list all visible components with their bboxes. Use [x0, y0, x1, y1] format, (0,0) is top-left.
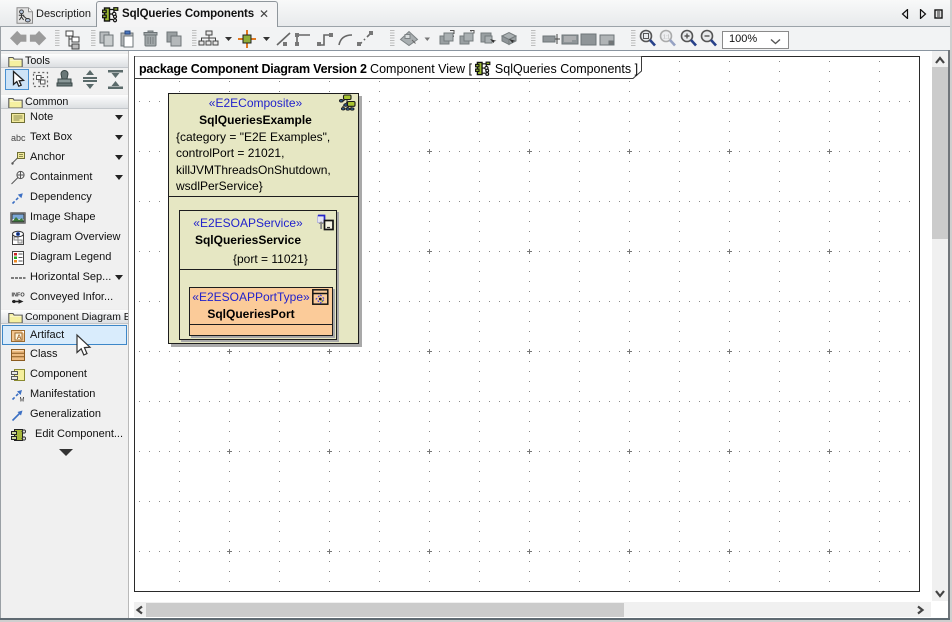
svg-text:M: M	[20, 398, 25, 404]
svg-text:INFO: INFO	[12, 293, 26, 299]
svg-text:A: A	[17, 334, 22, 341]
svg-text:1:1: 1:1	[663, 35, 670, 41]
svg-text:abc: abc	[11, 133, 26, 143]
